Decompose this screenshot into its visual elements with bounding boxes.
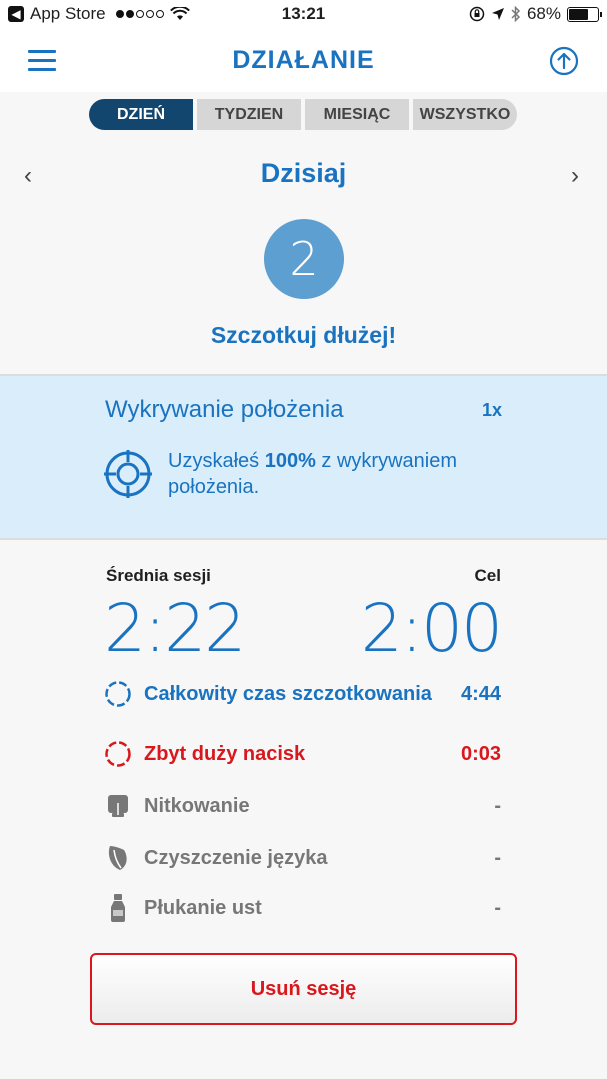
average-session-label: Średnia sesji [106,566,211,585]
goal-label: Cel [474,566,501,585]
next-day-chevron-icon[interactable]: › [571,162,579,190]
stat-label: Czyszczenie języka [144,847,328,869]
delete-session-button[interactable]: Usuń sesję [90,953,517,1025]
stat-value: - [494,896,501,919]
stat-row-tongue: Czyszczenie języka - [104,844,501,872]
period-tabs: DZIEŃ TYDZIEN MIESIĄC WSZYSTKO [89,99,517,130]
dashed-circle-icon [104,740,132,768]
battery-icon [567,6,602,22]
stat-label: Całkowity czas szczotkowania [144,683,432,705]
divider [0,538,607,540]
detection-title: Wykrywanie położenia [105,396,344,423]
goal-value: 2:00 [360,590,503,667]
mouthwash-icon [104,894,132,922]
stat-value: - [494,846,501,869]
crosshair-target-icon [104,450,152,498]
status-bar: ◀ App Store 13:21 68% [0,0,607,30]
stat-row-mouthwash: Płukanie ust - [104,894,501,922]
stat-row-total-time: Całkowity czas szczotkowania 4:44 [104,680,501,708]
app-header: DZIAŁANIE [0,30,607,92]
detection-percent: 100% [264,450,316,472]
stats-labels: Średnia sesji Cel [106,566,501,586]
position-detection-panel: Wykrywanie położenia 1x Uzyskałeś 100% z… [0,376,607,538]
location-icon [491,8,504,20]
session-score-badge: 2 [264,219,344,299]
detection-count: 1x [481,400,502,420]
stat-value: 0:03 [460,742,501,765]
stat-label: Płukanie ust [144,897,262,919]
orientation-lock-icon [469,6,485,22]
detection-message-prefix: Uzyskałeś [168,450,265,472]
stat-row-flossing: Nitkowanie - [104,792,501,820]
tongue-icon [104,844,132,872]
floss-icon [104,792,132,820]
battery-percent: 68% [526,4,561,23]
bluetooth-icon [511,6,521,22]
tab-all[interactable]: WSZYSTKO [413,99,517,130]
average-session-value: 2:22 [104,590,246,667]
brushing-tip: Szczotkuj dłużej! [210,322,397,348]
tab-day[interactable]: DZIEŃ [89,99,193,130]
tab-month[interactable]: MIESIĄC [305,99,409,130]
stat-value: 4:44 [460,682,501,705]
stat-row-pressure: Zbyt duży nacisk 0:03 [104,740,501,768]
stat-label: Zbyt duży nacisk [144,743,306,765]
upload-arrow-icon[interactable] [549,46,579,76]
stat-label: Nitkowanie [144,795,250,817]
tab-week[interactable]: TYDZIEN [197,99,301,130]
stat-value: - [494,794,501,817]
page-title: DZIAŁANIE [232,46,375,74]
detection-message: Uzyskałeś 100% z wykrywaniem położenia. [168,448,488,500]
date-selector: ‹ Dzisiaj › [0,158,607,194]
dashed-circle-icon [104,680,132,708]
date-title: Dzisiaj [260,158,347,188]
